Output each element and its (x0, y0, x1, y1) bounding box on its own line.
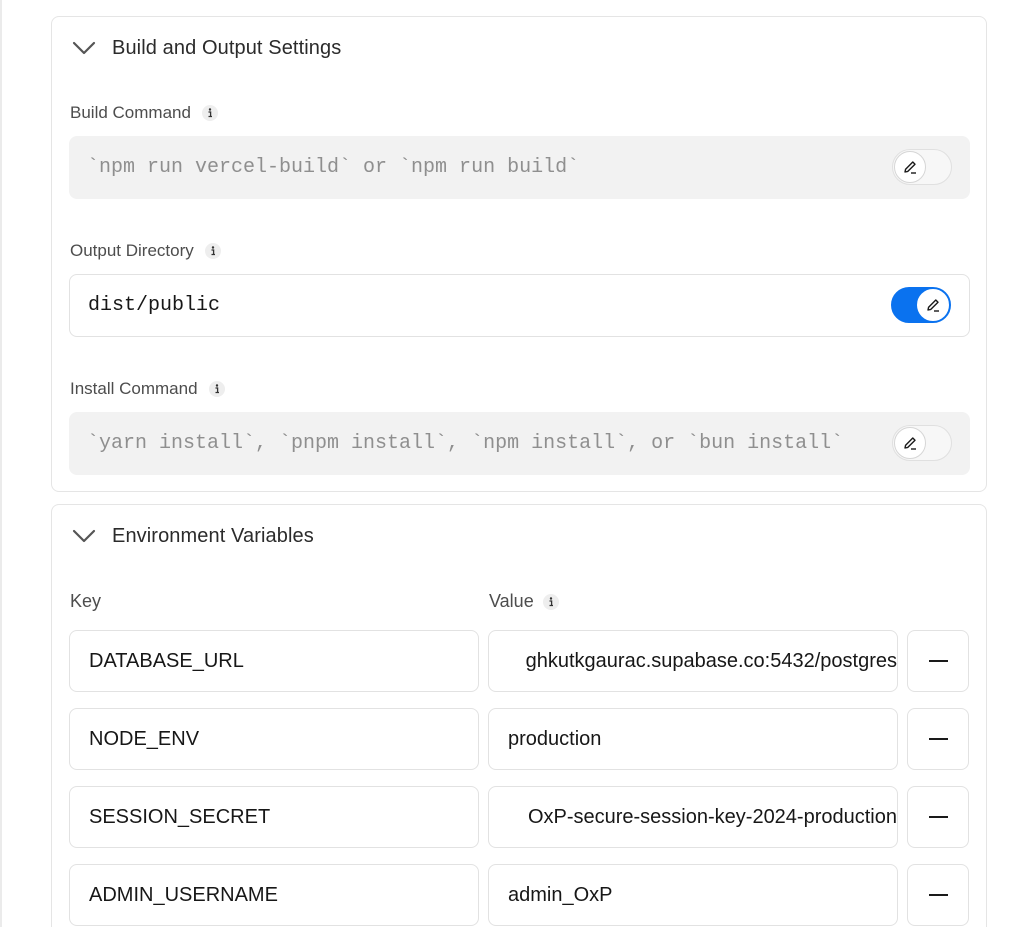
minus-icon (928, 738, 948, 740)
env-key-input[interactable]: DATABASE_URL (69, 630, 479, 692)
info-icon[interactable] (204, 243, 221, 259)
remove-env-button[interactable] (907, 786, 969, 848)
build-command-label-text: Build Command (70, 103, 191, 122)
info-icon[interactable] (542, 593, 559, 610)
environment-variables-card: Environment Variables Key Value DATABASE… (51, 504, 987, 927)
env-section-header[interactable]: Environment Variables (72, 523, 314, 549)
output-directory-label-text: Output Directory (70, 241, 194, 260)
install-command-field[interactable]: `yarn install`, `pnpm install`, `npm ins… (69, 412, 970, 475)
output-directory-label: Output Directory (70, 241, 221, 261)
install-command-override-toggle[interactable] (892, 425, 952, 461)
build-command-value: `npm run vercel-build` or `npm run build… (87, 156, 580, 179)
output-directory-value: dist/public (88, 294, 221, 317)
install-command-label: Install Command (70, 379, 225, 399)
key-column-header: Key (70, 591, 101, 612)
pencil-icon (894, 427, 926, 459)
build-command-field[interactable]: `npm run vercel-build` or `npm run build… (69, 136, 970, 199)
remove-env-button[interactable] (907, 708, 969, 770)
env-value-input[interactable]: OxP-secure-session-key-2024-production (488, 786, 898, 848)
build-section-title: Build and Output Settings (112, 36, 342, 59)
minus-icon (928, 894, 948, 896)
pencil-icon (894, 151, 926, 183)
env-key-input[interactable]: NODE_ENV (69, 708, 479, 770)
build-command-label: Build Command (70, 103, 218, 123)
pencil-icon (917, 289, 949, 321)
output-directory-override-toggle[interactable] (891, 287, 951, 323)
page-left-border (0, 0, 2, 927)
value-header-text: Value (489, 591, 534, 611)
env-key-input[interactable]: SESSION_SECRET (69, 786, 479, 848)
minus-icon (928, 660, 948, 662)
build-command-override-toggle[interactable] (892, 149, 952, 185)
output-directory-field[interactable]: dist/public (69, 274, 970, 337)
env-section-title: Environment Variables (112, 524, 314, 547)
info-icon[interactable] (201, 105, 218, 121)
install-command-value: `yarn install`, `pnpm install`, `npm ins… (87, 432, 844, 455)
remove-env-button[interactable] (907, 864, 969, 926)
chevron-down-icon (72, 523, 100, 549)
minus-icon (928, 816, 948, 818)
build-output-settings-card: Build and Output Settings Build Command … (51, 16, 987, 492)
env-value-input[interactable]: production (488, 708, 898, 770)
key-header-text: Key (70, 591, 102, 611)
info-icon[interactable] (208, 381, 225, 397)
env-value-input[interactable]: admin_OxP (488, 864, 898, 926)
value-column-header: Value (489, 591, 559, 612)
build-section-header[interactable]: Build and Output Settings (72, 35, 341, 61)
env-key-input[interactable]: ADMIN_USERNAME (69, 864, 479, 926)
install-command-label-text: Install Command (70, 379, 198, 398)
env-value-input[interactable]: ghkutkgaurac.supabase.co:5432/postgres (488, 630, 898, 692)
remove-env-button[interactable] (907, 630, 969, 692)
chevron-down-icon (72, 35, 100, 61)
